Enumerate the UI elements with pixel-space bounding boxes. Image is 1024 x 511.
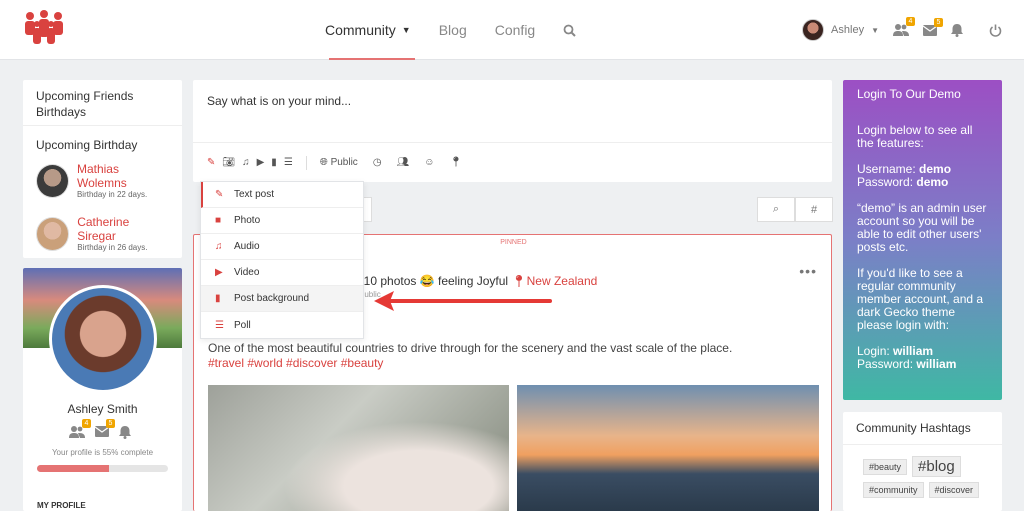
chevron-down-icon: ▼ (401, 25, 411, 35)
pencil-icon[interactable]: ✎ (207, 157, 215, 168)
video-icon: ▶ (215, 267, 223, 278)
profile-icons: 4 5 (69, 419, 131, 439)
hashtag-chip[interactable]: #blog (912, 456, 961, 477)
progress-fill (37, 465, 110, 472)
privacy-selector[interactable]: 🌐︎ Public (320, 157, 358, 168)
friends-badge: 4 (82, 419, 91, 428)
list-item[interactable]: Catherine Siregar Birthday in 26 days. (23, 211, 182, 256)
messages-badge: 5 (106, 419, 115, 428)
avatar (36, 216, 70, 251)
nav-config[interactable]: Config (495, 22, 535, 38)
post-activity: ed 10 photos 😂 feeling Joyful 📍︎New Zeal… (347, 274, 598, 288)
annotation-arrow-icon (374, 291, 552, 311)
bell-icon[interactable] (119, 426, 131, 439)
birthdays-card: Upcoming Friends Birthdays Upcoming Birt… (23, 80, 182, 258)
video-icon[interactable]: ▶ (257, 157, 265, 168)
post-photo[interactable] (208, 385, 509, 511)
music-icon[interactable]: ♫ (242, 157, 250, 168)
menu-item-poll[interactable]: ☰ Poll (201, 312, 363, 338)
birthdays-title: Upcoming Friends Birthdays (23, 80, 182, 126)
post-hashtags[interactable]: #travel #world #discover #beauty (208, 356, 383, 370)
location-link[interactable]: 📍︎New Zealand (511, 274, 597, 288)
list-icon: ☰ (215, 319, 224, 331)
profile-avatar[interactable] (49, 285, 157, 393)
search-icon[interactable] (563, 24, 576, 37)
list-icon[interactable]: ☰ (284, 157, 293, 168)
profile-name[interactable]: Ashley Smith (23, 402, 182, 416)
more-options-icon[interactable]: ••• (799, 263, 817, 279)
hashtag-icon[interactable]: # (795, 197, 833, 222)
hashtag-chip[interactable]: #community (863, 482, 924, 498)
music-icon: ♫ (215, 241, 223, 252)
chevron-down-icon: ▼ (871, 25, 879, 35)
avatar (802, 19, 825, 41)
list-item[interactable]: Mathias Wolemns Birthday in 22 days. (23, 158, 182, 203)
person-name[interactable]: Catherine Siregar (77, 215, 169, 243)
friends-icon[interactable]: 4 (893, 17, 915, 36)
paint-roller-icon: ▮ (215, 293, 221, 304)
envelope-icon[interactable]: 5 (95, 419, 115, 439)
tag-cloud: #beauty #blog #community #discover (843, 445, 1002, 509)
friends-icon[interactable]: 4 (69, 419, 91, 439)
demo-login-card: Login To Our Demo Login below to see all… (843, 80, 1002, 400)
profile-progress-bar (37, 465, 168, 472)
hashtags-title: Community Hashtags (843, 412, 1002, 445)
person-name[interactable]: Mathias Wolemns (77, 162, 169, 190)
demo-credentials-member: Login: william Password: william (857, 344, 957, 371)
post-photo[interactable] (517, 385, 819, 511)
menu-item-photo[interactable]: ■ Photo (201, 208, 363, 234)
demo-intro: Login below to see all the features: (857, 123, 973, 150)
composer-toolbar: ✎ 📷︎ ♫ ▶ ▮ ☰ 🌐︎ Public ◷ 👥︎ ☺ 📍︎ (193, 142, 832, 182)
paint-roller-icon[interactable]: ▮ (271, 157, 277, 168)
community-hashtags-card: Community Hashtags #beauty #blog #commun… (843, 412, 1002, 511)
birthday-when: Birthday in 22 days. (76, 190, 148, 199)
top-navbar: Community ▼ Blog Config Ashley ▼ 4 5 (0, 0, 1024, 60)
smile-icon[interactable]: ☺ (424, 157, 434, 168)
envelope-icon[interactable]: 5 (923, 17, 943, 36)
power-icon[interactable] (989, 24, 1002, 37)
users-icon[interactable]: 👥︎ (397, 157, 410, 168)
community-logo-icon[interactable] (22, 10, 66, 48)
demo-title: Login To Our Demo (857, 87, 961, 101)
search-icon[interactable]: ⌕ (757, 197, 795, 222)
user-menu[interactable]: Ashley ▼ (802, 19, 879, 41)
menu-item-video[interactable]: ▶ Video (201, 260, 363, 286)
pencil-icon: ✎ (215, 189, 224, 200)
profile-complete-text: Your profile is 55% complete (51, 448, 154, 457)
friends-badge: 4 (906, 17, 915, 26)
hashtag-chip[interactable]: #beauty (863, 458, 908, 475)
user-name: Ashley (831, 24, 865, 36)
camera-icon[interactable]: 📷︎ (222, 157, 235, 168)
nav-community[interactable]: Community ▼ (325, 0, 415, 60)
nav-blog[interactable]: Blog (439, 22, 467, 38)
hashtag-chip[interactable]: #discover (928, 482, 980, 498)
demo-note2: If you'd like to see a regular community… (857, 266, 984, 332)
map-pin-icon: 📍︎ (511, 274, 527, 288)
map-pin-icon[interactable]: 📍︎ (449, 157, 462, 168)
avatar (36, 163, 69, 198)
demo-note: “demo” is an admin user account so you w… (857, 201, 987, 254)
divider (305, 155, 307, 170)
menu-item-post-background[interactable]: ▮ Post background (201, 286, 363, 312)
camera-icon: ■ (215, 215, 222, 226)
post-type-menu: ✎ Text post ■ Photo ♫ Audio ▶ Video ▮ Post ba… (200, 181, 364, 339)
post-text: One of the most beautiful countries to d… (208, 341, 733, 355)
globe-icon: 🌐︎ (319, 157, 328, 168)
menu-item-text-post[interactable]: ✎ Text post (201, 182, 363, 208)
profile-card: Ashley Smith 4 5 Your profile is 55% com… (23, 268, 182, 511)
my-profile-heading: MY PROFILE (37, 501, 86, 510)
birthday-when: Birthday in 26 days. (77, 243, 148, 252)
feed-search-row: ⌕ # (757, 197, 833, 222)
menu-item-audio[interactable]: ♫ Audio (201, 234, 363, 260)
demo-credentials: Username: demo Password: demo (857, 162, 952, 189)
post-composer[interactable]: Say what is on your mind... ✎ 📷︎ ♫ ▶ ▮ ☰… (193, 80, 832, 182)
main-nav: Community ▼ Blog Config (325, 0, 576, 60)
user-nav: Ashley ▼ 4 5 (802, 0, 1002, 60)
birthdays-subtitle: Upcoming Birthday (36, 138, 138, 152)
clock-icon[interactable]: ◷ (373, 157, 382, 168)
composer-input[interactable]: Say what is on your mind... (207, 94, 351, 108)
bell-icon[interactable] (951, 23, 963, 37)
messages-badge: 5 (934, 17, 943, 27)
